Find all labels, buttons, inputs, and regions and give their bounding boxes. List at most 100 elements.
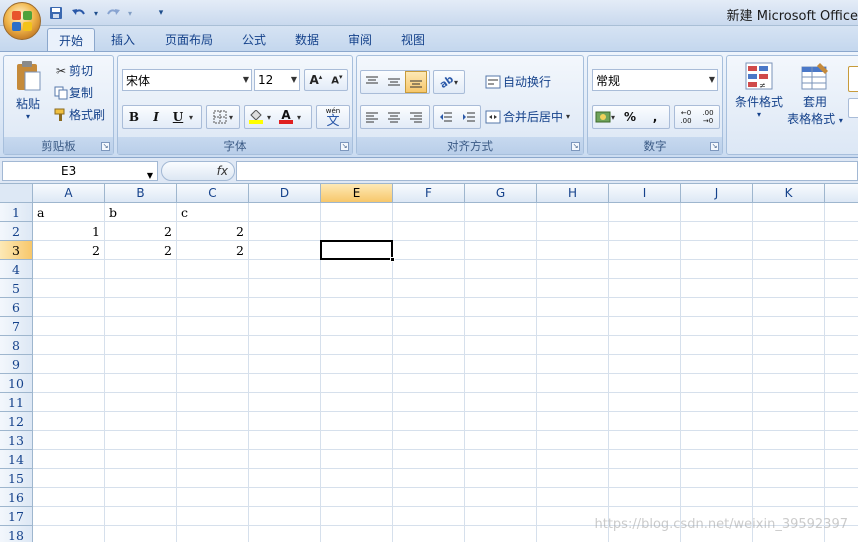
tab-insert[interactable]: 插入 [101, 28, 145, 51]
tab-home[interactable]: 开始 [47, 28, 95, 51]
name-box-dropdown-icon[interactable]: ▼ [147, 167, 153, 185]
office-button[interactable] [3, 2, 41, 40]
row-header-18[interactable]: 18 [0, 526, 33, 542]
font-name-select[interactable]: 宋体 ▼ [122, 69, 252, 91]
align-center-icon[interactable] [383, 111, 405, 123]
decrease-indent-icon[interactable] [439, 111, 453, 123]
selected-cell-outline[interactable] [320, 240, 393, 260]
percent-icon[interactable]: % [617, 110, 643, 124]
align-left-icon[interactable] [361, 111, 383, 123]
save-icon[interactable] [46, 4, 66, 22]
column-header-i[interactable]: I [609, 184, 681, 203]
align-middle-icon[interactable] [383, 76, 405, 88]
underline-dropdown-icon[interactable]: ▾ [189, 113, 193, 122]
row-header-16[interactable]: 16 [0, 488, 33, 507]
font-color-button[interactable]: A [275, 109, 297, 124]
merge-center-button[interactable]: 合并后居中 ▾ [485, 108, 570, 125]
number-launcher-icon[interactable]: ↘ [710, 142, 719, 151]
underline-button[interactable]: U [167, 110, 189, 124]
fill-handle[interactable] [390, 257, 395, 262]
undo-icon[interactable] [69, 4, 89, 22]
column-header-a[interactable]: A [33, 184, 105, 203]
formula-input[interactable] [236, 161, 858, 181]
column-header-c[interactable]: C [177, 184, 249, 203]
cell-c1[interactable]: c [177, 203, 248, 222]
fill-color-button[interactable] [245, 110, 267, 124]
row-header-4[interactable]: 4 [0, 260, 33, 279]
cell-a1[interactable]: a [33, 203, 104, 222]
tab-page-layout[interactable]: 页面布局 [156, 28, 222, 51]
format-painter-button[interactable]: 格式刷 [53, 106, 105, 123]
format-as-table-button[interactable]: 套用 表格格式 ▾ [785, 61, 845, 127]
row-header-9[interactable]: 9 [0, 355, 33, 374]
row-header-7[interactable]: 7 [0, 317, 33, 336]
clipboard-launcher-icon[interactable]: ↘ [101, 142, 110, 151]
select-all-corner[interactable] [0, 184, 33, 203]
font-size-select[interactable]: 12 ▼ [254, 69, 300, 91]
row-header-1[interactable]: 1 [0, 203, 33, 222]
row-header-10[interactable]: 10 [0, 374, 33, 393]
tab-view[interactable]: 视图 [391, 28, 435, 51]
row-header-17[interactable]: 17 [0, 507, 33, 526]
column-header-d[interactable]: D [249, 184, 321, 203]
cell-styles-preview[interactable] [848, 66, 858, 92]
comma-style-icon[interactable]: , [643, 110, 667, 124]
border-button[interactable]: ▾ [206, 105, 240, 129]
tab-review[interactable]: 审阅 [338, 28, 382, 51]
column-header-k[interactable]: K [753, 184, 825, 203]
column-header-b[interactable]: B [105, 184, 177, 203]
worksheet-grid[interactable]: A B C D E F G H I J K 1 2 3 4 5 6 7 8 9 10 11 12 13 14 15 16 17 18 a b… [0, 184, 858, 542]
italic-button[interactable]: I [145, 110, 167, 124]
alignment-launcher-icon[interactable]: ↘ [571, 142, 580, 151]
row-header-2[interactable]: 2 [0, 222, 33, 241]
accounting-format-icon[interactable]: ▾ [593, 110, 617, 124]
row-header-12[interactable]: 12 [0, 412, 33, 431]
copy-button[interactable]: 复制 [53, 84, 93, 101]
cell-b3[interactable]: 2 [105, 241, 176, 260]
conditional-format-button[interactable]: ≠ 条件格式 ▾ [731, 61, 787, 119]
row-header-11[interactable]: 11 [0, 393, 33, 412]
increase-indent-icon[interactable] [462, 111, 476, 123]
row-header-8[interactable]: 8 [0, 336, 33, 355]
name-box[interactable]: E3 ▼ [2, 161, 158, 181]
row-header-14[interactable]: 14 [0, 450, 33, 469]
cell-c3[interactable]: 2 [177, 241, 248, 260]
increase-decimal-icon[interactable]: ←0.00 [680, 109, 691, 125]
cell-b2[interactable]: 2 [105, 222, 176, 241]
redo-icon[interactable] [103, 4, 123, 22]
align-right-icon[interactable] [405, 111, 427, 123]
column-header-j[interactable]: J [681, 184, 753, 203]
tab-data[interactable]: 数据 [285, 28, 329, 51]
column-header-g[interactable]: G [465, 184, 537, 203]
grow-font-icon[interactable]: A▴ [309, 73, 322, 87]
align-top-icon[interactable] [361, 76, 383, 88]
cell-styles-preview-2[interactable] [848, 98, 858, 118]
align-bottom-icon[interactable] [405, 71, 427, 93]
cut-button[interactable]: ✂ 剪切 [53, 62, 93, 79]
row-header-13[interactable]: 13 [0, 431, 33, 450]
undo-dropdown-icon[interactable]: ▾ [92, 4, 100, 22]
decrease-decimal-icon[interactable]: .00 →0 [702, 109, 713, 125]
row-header-6[interactable]: 6 [0, 298, 33, 317]
tab-formulas[interactable]: 公式 [232, 28, 276, 51]
cell-b1[interactable]: b [105, 203, 176, 222]
column-header-e[interactable]: E [321, 184, 393, 203]
font-launcher-icon[interactable]: ↘ [340, 142, 349, 151]
cell-c2[interactable]: 2 [177, 222, 248, 241]
customize-icon[interactable]: ▾ [151, 4, 171, 22]
redo-dropdown-icon[interactable]: ▾ [126, 4, 134, 22]
row-header-3[interactable]: 3 [0, 241, 33, 260]
row-header-5[interactable]: 5 [0, 279, 33, 298]
number-format-select[interactable]: 常规 ▼ [592, 69, 718, 91]
row-header-15[interactable]: 15 [0, 469, 33, 488]
cell-a3[interactable]: 2 [33, 241, 104, 260]
wrap-text-button[interactable]: 自动换行 [485, 73, 551, 90]
shrink-font-icon[interactable]: A▾ [331, 73, 342, 86]
bold-button[interactable]: B [123, 110, 145, 124]
column-header-h[interactable]: H [537, 184, 609, 203]
column-header-f[interactable]: F [393, 184, 465, 203]
paste-button[interactable]: 粘贴 ▾ [10, 60, 46, 121]
phonetic-button[interactable]: wén 文 [316, 105, 350, 129]
orientation-button[interactable]: ab ▾ [433, 70, 465, 94]
insert-function-button[interactable]: fx [161, 161, 235, 181]
